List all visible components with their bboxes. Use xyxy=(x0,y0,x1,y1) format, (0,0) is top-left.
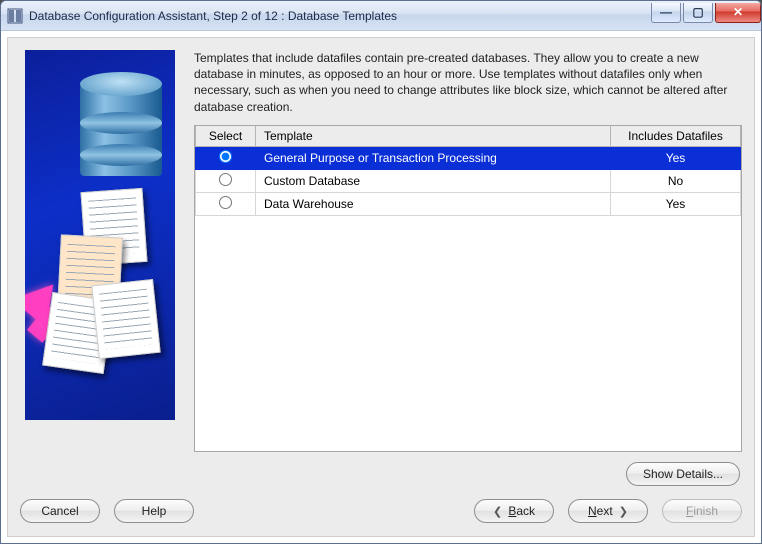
col-template: Template xyxy=(256,126,611,147)
help-button[interactable]: Help xyxy=(114,499,194,523)
window-title: Database Configuration Assistant, Step 2… xyxy=(29,9,649,23)
template-name: Data Warehouse xyxy=(256,192,611,215)
template-radio[interactable] xyxy=(219,150,232,163)
col-includes: Includes Datafiles xyxy=(611,126,741,147)
close-button[interactable]: ✕ xyxy=(715,3,761,23)
maximize-button[interactable]: ▢ xyxy=(683,3,713,23)
app-icon xyxy=(7,8,23,24)
next-button[interactable]: Next ❯ xyxy=(568,499,648,523)
titlebar[interactable]: Database Configuration Assistant, Step 2… xyxy=(1,1,761,31)
table-row[interactable]: General Purpose or Transaction Processin… xyxy=(196,146,741,169)
template-name: Custom Database xyxy=(256,169,611,192)
template-includes: Yes xyxy=(611,192,741,215)
intro-text: Templates that include datafiles contain… xyxy=(194,50,742,125)
back-arrow-icon: ❮ xyxy=(493,505,508,518)
table-row[interactable]: Data Warehouse Yes xyxy=(196,192,741,215)
template-radio[interactable] xyxy=(219,196,232,209)
client-area: Templates that include datafiles contain… xyxy=(7,37,755,537)
sidebar-illustration xyxy=(25,50,175,420)
wizard-buttons: Cancel Help ❮ Back Next ❯ Finish xyxy=(20,496,742,526)
template-includes: No xyxy=(611,169,741,192)
table-row[interactable]: Custom Database No xyxy=(196,169,741,192)
finish-button: Finish xyxy=(662,499,742,523)
wizard-sidebar xyxy=(20,50,180,486)
template-includes: Yes xyxy=(611,146,741,169)
cancel-button[interactable]: Cancel xyxy=(20,499,100,523)
minimize-button[interactable]: — xyxy=(651,3,681,23)
template-radio[interactable] xyxy=(219,173,232,186)
next-arrow-icon: ❯ xyxy=(613,505,628,518)
back-button[interactable]: ❮ Back xyxy=(474,499,554,523)
show-details-button[interactable]: Show Details... xyxy=(626,462,740,486)
template-table: Select Template Includes Datafiles Gener… xyxy=(194,125,742,452)
template-name: General Purpose or Transaction Processin… xyxy=(256,146,611,169)
dbca-window: Database Configuration Assistant, Step 2… xyxy=(0,0,762,544)
col-select: Select xyxy=(196,126,256,147)
